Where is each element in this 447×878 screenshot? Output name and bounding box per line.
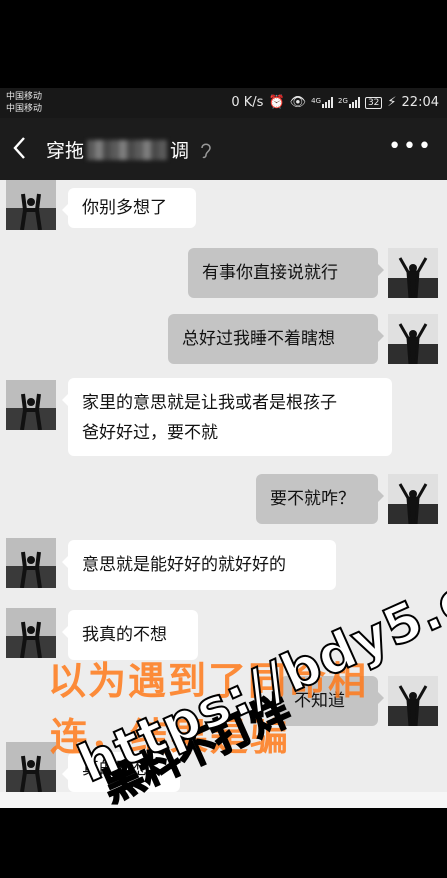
avatar[interactable] — [388, 248, 438, 298]
message-bubble[interactable]: 有事你直接说就行 — [188, 248, 384, 298]
message-bubble[interactable]: 你别多想了 — [62, 188, 196, 228]
message-bubble[interactable]: 意思就是能好好的就好好的 — [62, 540, 336, 590]
battery-icon: 32 — [364, 96, 383, 109]
top-black-band — [0, 0, 447, 88]
message-text: 家里的意思就是让我或者是根孩子 — [82, 393, 337, 413]
avatar[interactable] — [388, 676, 438, 726]
signal-icon: 4G — [311, 97, 334, 108]
message-text: 意思就是能好好的就好好的 — [82, 555, 286, 575]
signal-icon: 2G — [338, 97, 360, 108]
more-options-icon[interactable]: ••• — [388, 136, 433, 158]
chat-title: 穿拖 调 — [46, 136, 213, 163]
eye-icon: 👁 — [289, 95, 307, 110]
net-speed: 0 K/s — [231, 95, 264, 110]
title-start: 穿拖 — [46, 140, 85, 162]
avatar[interactable] — [388, 474, 438, 524]
input-bar[interactable] — [0, 792, 447, 808]
back-arrow-icon[interactable] — [12, 136, 28, 160]
message-text: 要不就咋？ — [270, 489, 355, 509]
alarm-icon: ⏰ — [268, 95, 285, 110]
redacted-name — [87, 139, 168, 160]
message-bubble[interactable]: 要不就咋？ — [256, 474, 384, 524]
status-bar: 中国移动 中国移动 0 K/s ⏰ 👁 4G 2G 32 ⚡ 22:04 — [0, 88, 447, 118]
carrier-2: 中国移动 — [6, 104, 43, 114]
message-text: 总好过我睡不着瞎想 — [182, 329, 335, 349]
clock-time: 22:04 — [401, 95, 439, 110]
message-bubble[interactable]: 家里的意思就是让我或者是根孩子 爸好好过，要不就 — [62, 378, 392, 456]
avatar[interactable] — [6, 180, 56, 230]
carrier-labels: 中国移动 中国移动 — [6, 91, 42, 115]
ear-icon — [201, 143, 211, 158]
avatar[interactable] — [388, 314, 438, 364]
charging-icon: ⚡ — [387, 95, 397, 110]
title-end: 调 — [170, 140, 190, 162]
message-text: 我真的不想 — [82, 625, 167, 645]
carrier-1: 中国移动 — [6, 92, 43, 102]
chat-header: 穿拖 调 ••• — [0, 118, 447, 180]
message-text: 你别多想了 — [82, 198, 167, 218]
avatar[interactable] — [6, 742, 56, 792]
avatar[interactable] — [6, 538, 56, 588]
avatar[interactable] — [6, 380, 56, 430]
sig2-label: 2G — [338, 97, 348, 105]
sig1-label: 4G — [311, 97, 322, 105]
message-text: 有事你直接说就行 — [202, 263, 338, 283]
message-text: 爸好好过，要不就 — [82, 423, 218, 443]
system-nav-bar — [0, 808, 447, 878]
message-bubble[interactable]: 总好过我睡不着瞎想 — [168, 314, 384, 364]
status-icons: 0 K/s ⏰ 👁 4G 2G 32 ⚡ 22:04 — [231, 95, 439, 110]
